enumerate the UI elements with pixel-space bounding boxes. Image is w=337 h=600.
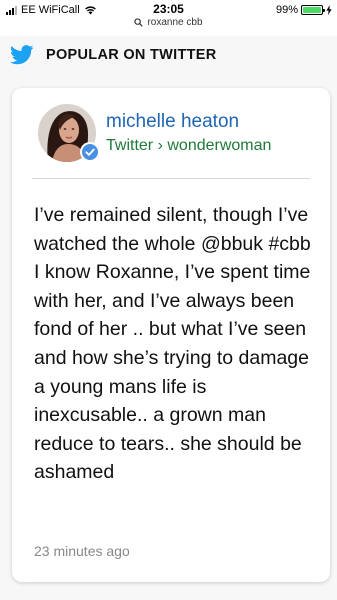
address-text: roxanne cbb (147, 17, 203, 28)
author-name[interactable]: michelle heaton (106, 111, 239, 133)
status-bar: EE WiFiCall 23:05 roxanne cbb 99% (0, 0, 337, 36)
battery-percent: 99% (275, 4, 298, 16)
search-icon (134, 18, 144, 27)
source-label: Twitter (106, 137, 154, 154)
divider (32, 178, 310, 179)
battery-fill (303, 7, 321, 13)
section-title: POPULAR ON TWITTER (46, 47, 217, 63)
verified-badge-icon (80, 142, 100, 162)
tweet-source[interactable]: Twitter › wonderwoman (106, 137, 271, 155)
tweet-card[interactable]: michelle heaton Twitter › wonderwoman I’… (12, 88, 330, 582)
tweet-timestamp: 23 minutes ago (34, 543, 130, 559)
author-handle: wonderwoman (167, 137, 272, 154)
address-bar[interactable]: roxanne cbb (0, 17, 337, 28)
battery-icon (301, 5, 325, 15)
author-avatar-container[interactable] (38, 104, 100, 164)
charging-icon (326, 5, 332, 15)
popular-on-twitter-header: POPULAR ON TWITTER (0, 36, 337, 74)
status-right: 99% (276, 4, 332, 16)
twitter-bird-icon (10, 45, 34, 65)
tweet-text: I’ve remained silent, though I’ve watche… (34, 204, 311, 484)
chevron-right-icon: › (157, 137, 163, 154)
